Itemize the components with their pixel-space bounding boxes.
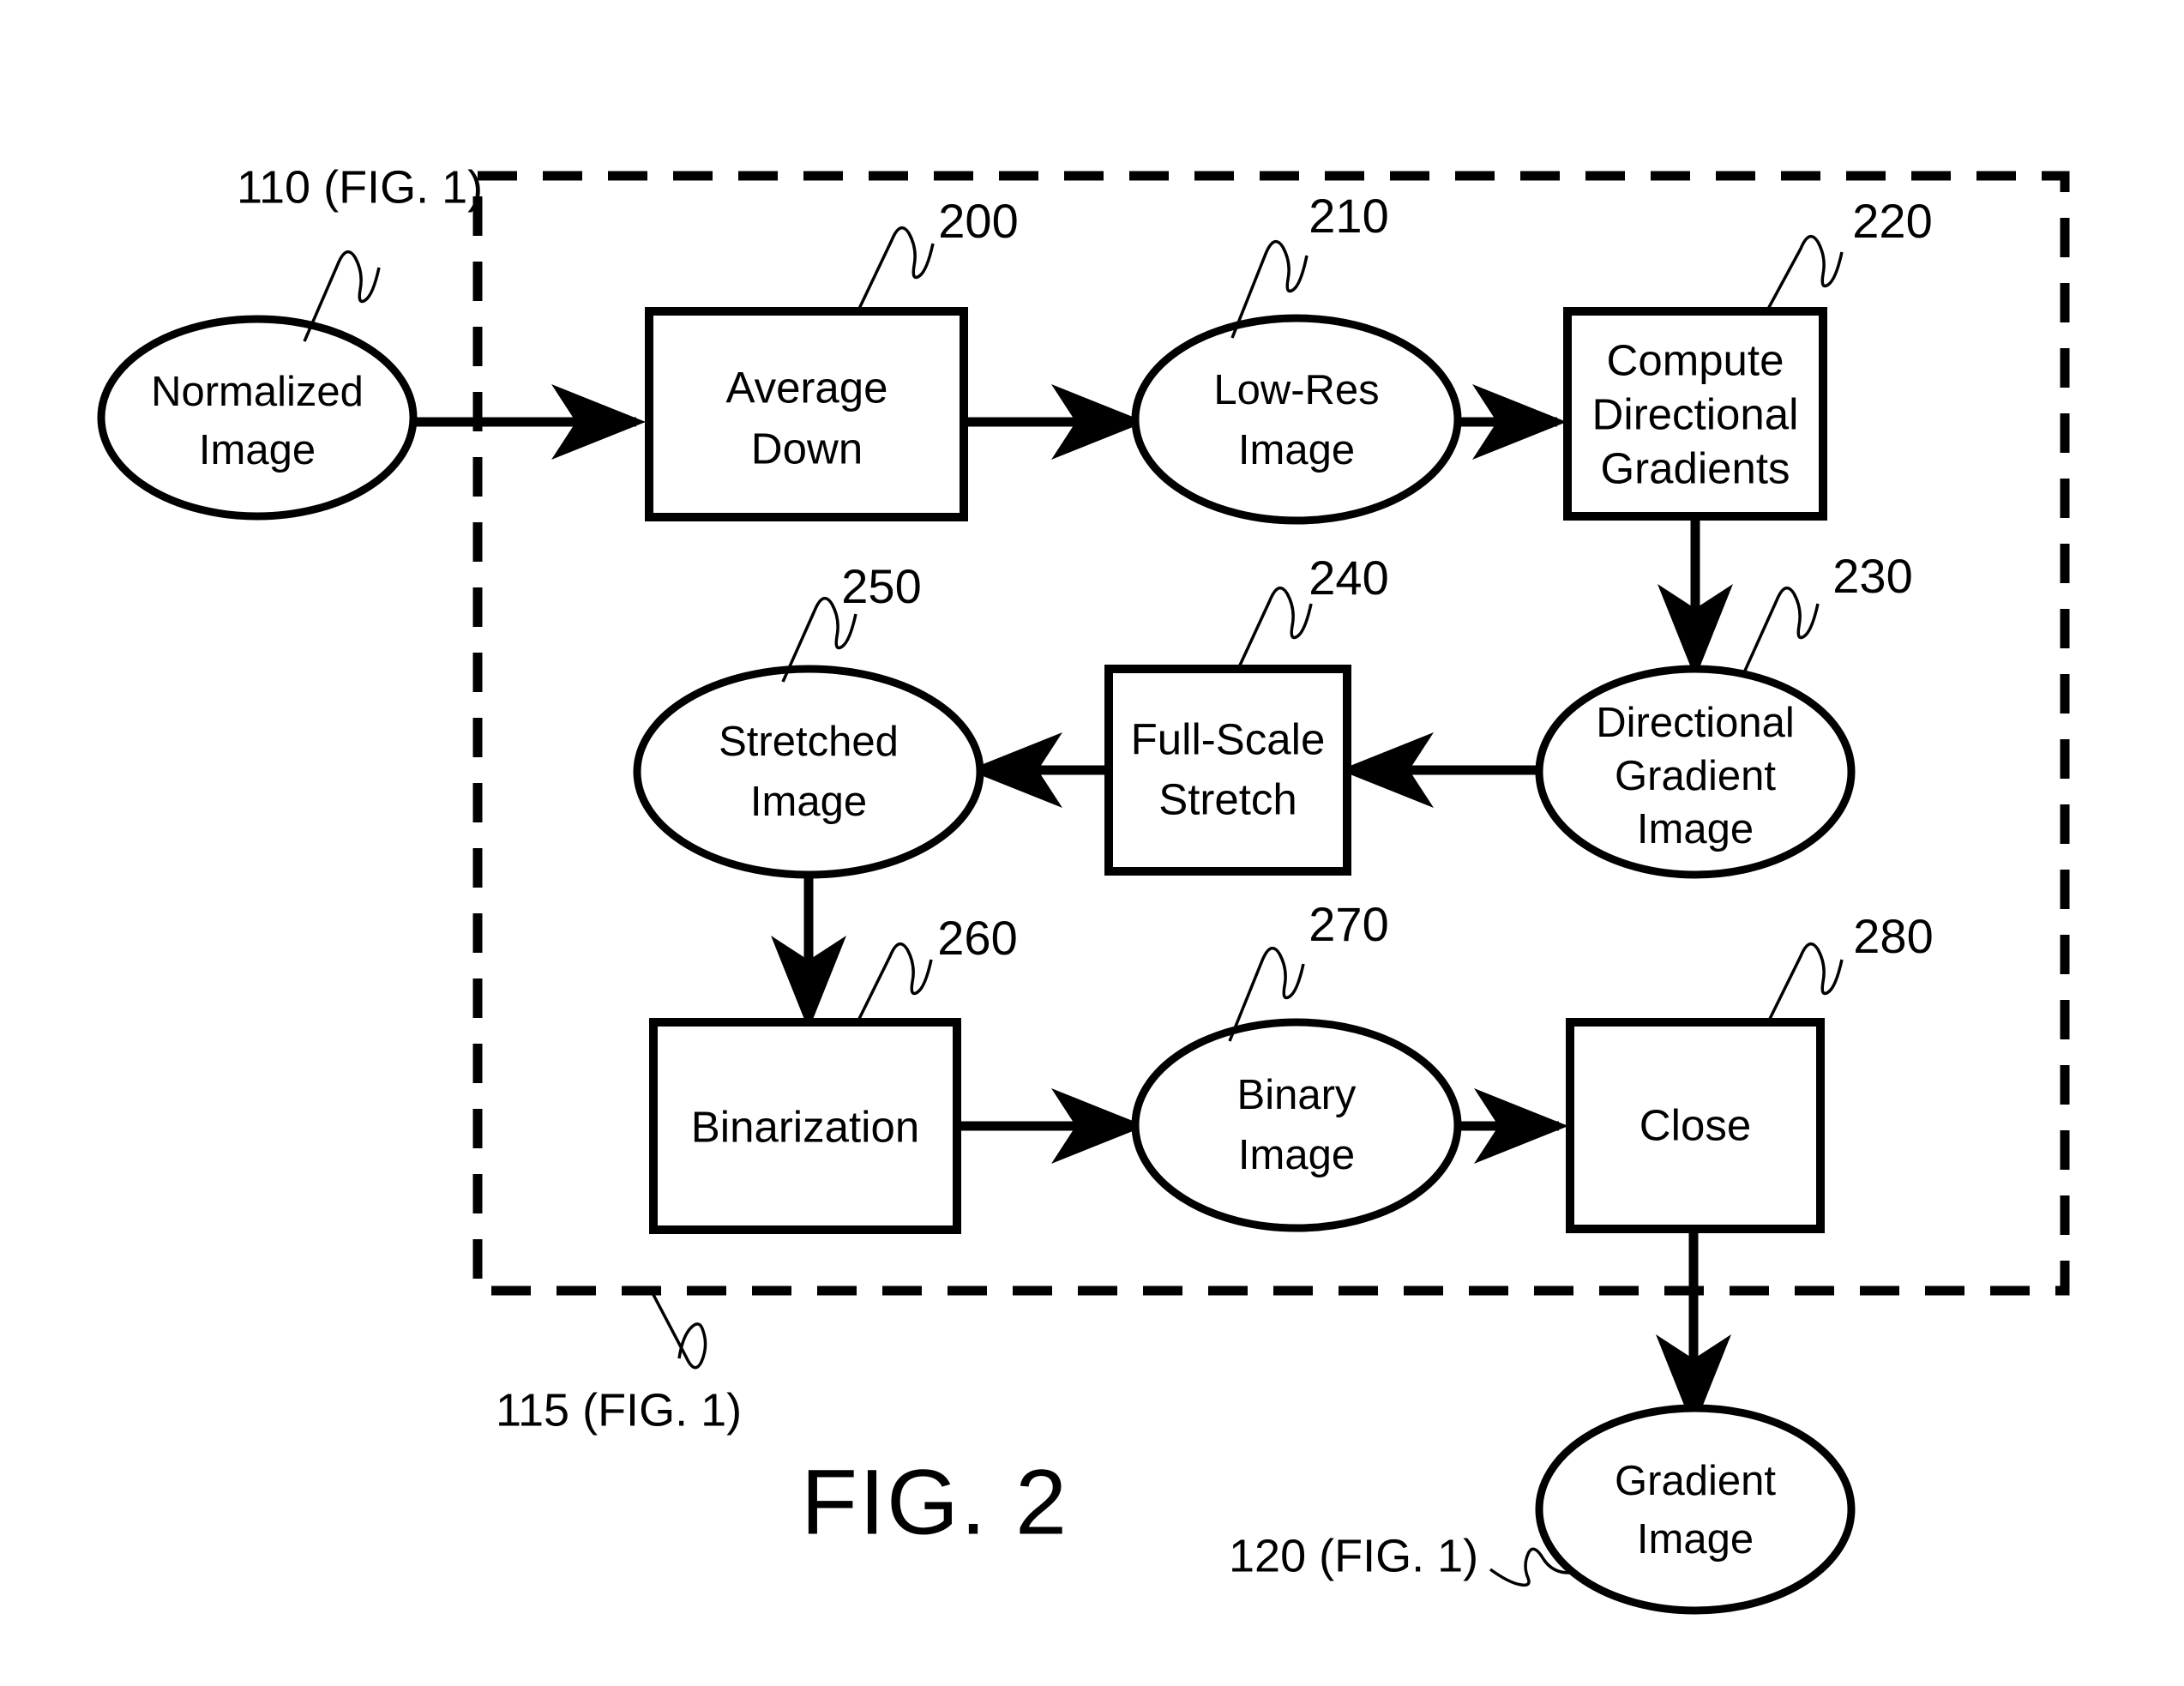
node-binary-image[interactable]: Binary Image	[1131, 1018, 1462, 1232]
node-average-down[interactable]: Average Down	[645, 307, 968, 521]
figure-title: FIG. 2	[801, 1450, 1068, 1554]
dir-grad-image-label-line1: Directional	[1596, 700, 1794, 746]
ref-260-label: 260	[937, 911, 1017, 965]
node-gradient-image[interactable]: Gradient Image	[1535, 1404, 1856, 1615]
node-compute-directional-gradients[interactable]: Compute Directional Gradients	[1563, 307, 1827, 521]
binary-image-ellipse	[1131, 1018, 1462, 1232]
binarization-label-line1: Binarization	[691, 1102, 919, 1151]
low-res-image-label-line2: Image	[1238, 427, 1355, 473]
node-low-res-image[interactable]: Low-Res Image	[1131, 314, 1462, 525]
node-stretched-image[interactable]: Stretched Image	[633, 665, 984, 879]
leader-line-115	[650, 1291, 707, 1370]
node-full-scale-stretch[interactable]: Full-Scale Stretch	[1104, 665, 1351, 876]
full-scale-stretch-box	[1104, 665, 1351, 876]
leader-line-240	[1236, 586, 1313, 670]
leader-line-230	[1743, 586, 1820, 671]
compute-gradients-label-line1: Compute	[1607, 335, 1784, 384]
low-res-image-ellipse	[1131, 314, 1462, 525]
stretched-image-label-line2: Image	[750, 779, 867, 825]
ref-110-fig1-label: 110 (FIG. 1)	[237, 161, 483, 213]
dir-grad-image-label-line3: Image	[1637, 806, 1754, 852]
ref-270-label: 270	[1309, 897, 1388, 951]
figure-canvas: Normalized Image 110 (FIG. 1) Average Do…	[0, 0, 2184, 1686]
ref-220-label: 220	[1852, 194, 1932, 248]
gradient-image-label-line2: Image	[1637, 1516, 1754, 1563]
ref-280-label: 280	[1853, 909, 1933, 963]
dir-grad-image-label-line2: Gradient	[1615, 753, 1776, 799]
ref-115-fig1-label: 115 (FIG. 1)	[496, 1384, 742, 1436]
compute-gradients-label-line3: Gradients	[1600, 443, 1790, 492]
full-scale-stretch-label-line1: Full-Scale	[1131, 714, 1326, 763]
ref-200-label: 200	[938, 194, 1018, 248]
compute-gradients-label-line2: Directional	[1592, 389, 1799, 438]
gradient-image-label-line1: Gradient	[1615, 1458, 1776, 1504]
leader-line-260	[856, 942, 933, 1023]
ref-120-fig1-label: 120 (FIG. 1)	[1229, 1530, 1478, 1581]
stretched-image-ellipse	[633, 665, 984, 879]
leader-line-200	[857, 226, 935, 311]
ref-230-label: 230	[1832, 549, 1912, 603]
leader-line-220	[1766, 234, 1844, 311]
normalized-image-label-line2: Image	[199, 427, 316, 473]
average-down-label-line2: Down	[751, 424, 863, 473]
full-scale-stretch-label-line2: Stretch	[1158, 774, 1297, 823]
ref-210-label: 210	[1309, 189, 1388, 243]
stretched-image-label-line1: Stretched	[719, 719, 899, 765]
node-close[interactable]: Close	[1566, 1018, 1825, 1233]
node-directional-gradient-image[interactable]: Directional Gradient Image	[1535, 665, 1856, 879]
fig2-flowchart: Normalized Image 110 (FIG. 1) Average Do…	[97, 161, 2070, 1615]
normalized-image-ellipse	[97, 315, 418, 521]
average-down-box	[645, 307, 968, 521]
gradient-image-ellipse	[1535, 1404, 1856, 1615]
normalized-image-label-line1: Normalized	[151, 369, 364, 415]
ref-240-label: 240	[1309, 551, 1388, 605]
average-down-label-line1: Average	[725, 363, 887, 412]
node-binarization[interactable]: Binarization	[649, 1018, 961, 1234]
low-res-image-label-line1: Low-Res	[1213, 367, 1379, 413]
binary-image-label-line1: Binary	[1237, 1072, 1357, 1118]
node-normalized-image[interactable]: Normalized Image	[97, 315, 418, 521]
binary-image-label-line2: Image	[1238, 1132, 1355, 1178]
ref-250-label: 250	[841, 559, 921, 613]
leader-line-280	[1766, 942, 1844, 1023]
close-label-line1: Close	[1640, 1100, 1751, 1149]
